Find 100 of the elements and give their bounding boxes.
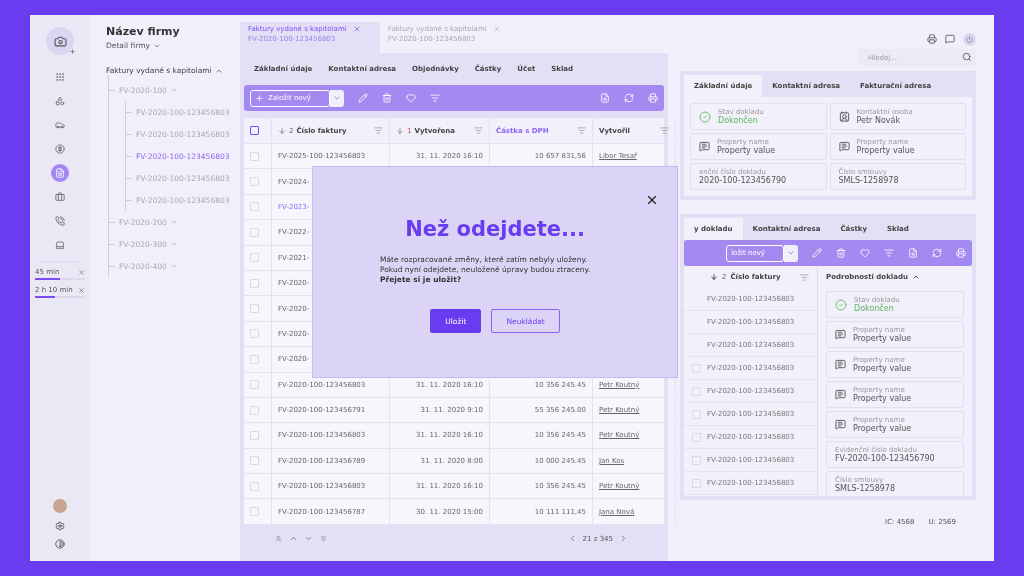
row-checkbox[interactable]: [250, 253, 259, 263]
nav-button[interactable]: [51, 164, 69, 182]
camera-icon: [53, 34, 67, 48]
row-checkbox[interactable]: [250, 380, 259, 390]
heart-icon[interactable]: [405, 93, 416, 103]
row-checkbox[interactable]: [250, 278, 259, 288]
refresh-icon[interactable]: [624, 93, 634, 103]
check-circle-icon: [835, 298, 847, 311]
add-photo-button[interactable]: [46, 27, 74, 55]
phone-icon: [55, 216, 65, 226]
row-checkbox[interactable]: [250, 431, 259, 440]
row-checkbox[interactable]: [250, 202, 259, 212]
sort-arrow-icon: [278, 126, 286, 135]
document-icon: [55, 168, 65, 178]
search-icon[interactable]: [962, 52, 972, 62]
field-value: Petr Novák: [856, 116, 902, 125]
settings-icon[interactable]: [55, 521, 65, 531]
contact-card-icon: [838, 111, 850, 122]
briefcase-icon: [55, 192, 65, 202]
print-icon[interactable]: [956, 248, 966, 258]
document-search-icon[interactable]: [600, 93, 610, 103]
close-button[interactable]: [645, 193, 659, 207]
field-value: Property value: [717, 146, 776, 155]
note-icon: [699, 141, 710, 152]
field-value: Property value: [853, 394, 912, 403]
filter-icon[interactable]: [800, 272, 809, 282]
filter-icon[interactable]: [884, 248, 894, 258]
plus-icon: [255, 93, 264, 103]
close-icon[interactable]: [78, 286, 85, 294]
dropdown-button[interactable]: [329, 89, 344, 107]
field-value: Property value: [853, 424, 912, 433]
row-checkbox[interactable]: [692, 432, 701, 442]
heart-icon[interactable]: [860, 248, 870, 258]
field-value: 2020-100-123456790: [699, 176, 787, 185]
close-icon: [645, 193, 659, 207]
print-icon[interactable]: [927, 34, 937, 44]
trash-icon[interactable]: [381, 93, 392, 103]
pencil-icon[interactable]: [357, 93, 368, 103]
car-icon: [55, 120, 65, 130]
last-page-icon[interactable]: [319, 534, 328, 544]
close-icon[interactable]: [492, 25, 501, 33]
document-search-icon[interactable]: [908, 248, 918, 258]
chevron-up-icon: [911, 273, 920, 281]
power-icon: [966, 35, 973, 43]
first-page-icon[interactable]: [274, 534, 283, 544]
dollar-icon: [55, 144, 65, 154]
field-value: Dokončen: [854, 304, 894, 313]
trash-icon[interactable]: [836, 248, 846, 258]
row-checkbox[interactable]: [250, 151, 259, 161]
note-icon: [838, 141, 850, 152]
plus-icon: [69, 48, 76, 55]
row-checkbox[interactable]: [250, 329, 259, 339]
pencil-icon[interactable]: [812, 248, 822, 258]
field-value: Property value: [853, 334, 912, 343]
filter-icon[interactable]: [374, 126, 383, 135]
dropdown-button[interactable]: [784, 244, 798, 262]
filter-icon[interactable]: [577, 126, 586, 135]
note-icon: [835, 359, 846, 370]
sort-arrow-icon: [710, 273, 718, 281]
row-checkbox[interactable]: [692, 363, 701, 373]
sort-arrow-icon: [396, 126, 404, 135]
row-checkbox[interactable]: [250, 405, 259, 415]
row-checkbox[interactable]: [250, 177, 259, 187]
caret-icon: [332, 94, 341, 102]
row-checkbox[interactable]: [250, 227, 259, 237]
select-all-checkbox[interactable]: [250, 126, 259, 135]
note-icon: [835, 389, 846, 400]
row-checkbox[interactable]: [692, 478, 701, 488]
row-checkbox[interactable]: [692, 409, 701, 419]
contrast-icon[interactable]: [55, 539, 65, 549]
row-checkbox[interactable]: [692, 455, 701, 465]
row-checkbox[interactable]: [250, 304, 259, 314]
company-name: Název firmy: [106, 25, 181, 38]
chevron-down-icon: [169, 218, 178, 226]
close-icon[interactable]: [352, 25, 361, 33]
row-checkbox[interactable]: [250, 354, 259, 364]
refresh-icon[interactable]: [932, 248, 942, 258]
filter-icon[interactable]: [429, 93, 440, 103]
next-page-icon[interactable]: [619, 534, 628, 544]
message-icon[interactable]: [945, 34, 955, 44]
laptop-icon: [55, 240, 65, 250]
field-value: Property value: [853, 364, 912, 373]
user-avatar[interactable]: [53, 499, 67, 513]
power-button[interactable]: [963, 32, 976, 46]
row-checkbox[interactable]: [250, 456, 259, 466]
print-icon[interactable]: [648, 93, 658, 103]
filter-icon[interactable]: [660, 126, 669, 135]
row-checkbox[interactable]: [250, 481, 259, 491]
row-checkbox[interactable]: [250, 507, 259, 517]
caret-icon: [787, 249, 795, 257]
chevron-down-icon: [169, 262, 178, 270]
dialog-title: Než odejdete...: [405, 217, 585, 241]
close-icon[interactable]: [78, 268, 85, 276]
check-circle-icon: [699, 110, 711, 123]
note-icon: [835, 419, 846, 430]
filter-icon[interactable]: [474, 126, 483, 135]
row-checkbox[interactable]: [692, 386, 701, 396]
shapes-icon: [55, 96, 65, 106]
field-value: SMLS-1258978: [838, 176, 899, 185]
chevron-down-icon: [169, 240, 178, 248]
